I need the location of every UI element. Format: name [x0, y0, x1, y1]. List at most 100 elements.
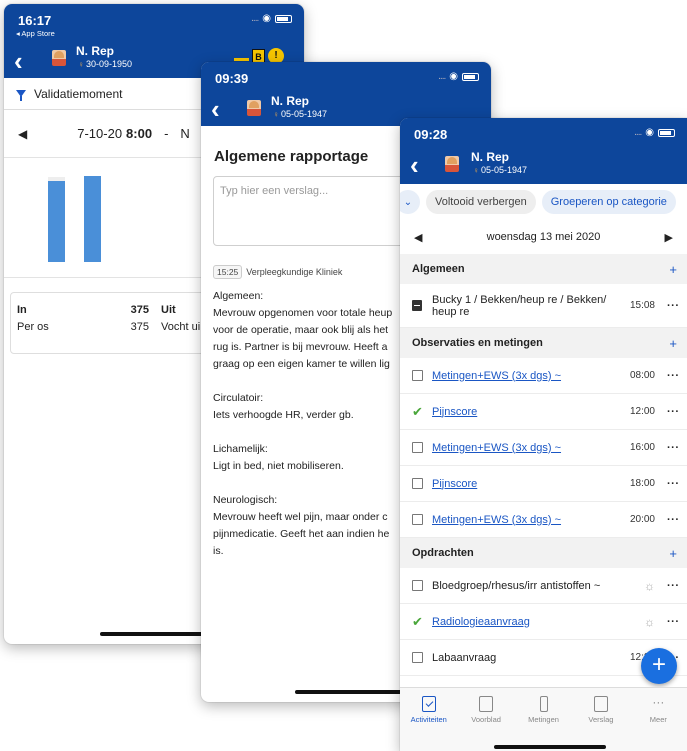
activity-list: Algemeen + Bucky 1 / Bekken/heup re / Bekk… [400, 254, 687, 676]
more-options-icon[interactable]: ··· [667, 616, 679, 628]
back-to-app-store[interactable]: ◂ App Store [16, 29, 55, 38]
tab-activiteiten[interactable]: Activiteiten [400, 688, 457, 751]
more-options-icon[interactable]: ··· [667, 580, 679, 592]
tab-label: Verslag [588, 715, 614, 724]
activity-label[interactable]: Pijnscore [432, 478, 625, 490]
add-fab-button[interactable]: + [641, 648, 677, 684]
tab-meer[interactable]: ··· Meer [630, 688, 687, 751]
tab-metingen[interactable]: Metingen [515, 688, 572, 751]
battery-icon [462, 72, 479, 81]
group-by-category-chip[interactable]: Groeperen op categorie [541, 190, 676, 214]
back-chevron-icon[interactable]: ‹ [14, 48, 23, 74]
avatar [445, 156, 459, 172]
activity-row[interactable]: ✔ Pijnscore 12:00 ··· [400, 394, 687, 430]
wifi-icon: ◉ [449, 71, 458, 82]
activity-row[interactable]: Metingen+EWS (3x dgs) ~ 20:00 ··· [400, 502, 687, 538]
more-options-icon[interactable]: ··· [667, 300, 679, 312]
activity-time: 20:00 [629, 514, 655, 525]
prev-arrow-icon[interactable]: ◀ [18, 127, 27, 141]
thermometer-icon [539, 696, 548, 712]
page-title: Algemene rapportage [214, 148, 369, 165]
signal-icon: .... [438, 71, 446, 82]
wifi-icon: ◉ [262, 13, 271, 24]
more-options-icon[interactable]: ··· [667, 478, 679, 490]
more-options-icon[interactable]: ··· [667, 406, 679, 418]
battery-icon [275, 14, 292, 23]
activity-time: 18:00 [629, 478, 655, 489]
next-arrow-icon[interactable]: ▶ [665, 231, 673, 244]
female-icon: ♀ [273, 110, 279, 119]
home-indicator [295, 690, 405, 694]
checkbox[interactable] [412, 478, 432, 489]
section-header: Opdrachten + [400, 538, 687, 568]
dob-text: 05-05-1947 [281, 109, 328, 119]
io-other: Vocht ui [161, 320, 201, 333]
patient-dob: ♀ 05-05-1947 [473, 165, 527, 175]
activity-label: Labaanvraag [432, 651, 497, 664]
status-time: 09:39 [215, 71, 249, 86]
add-icon[interactable]: + [669, 546, 677, 561]
document-icon [479, 696, 494, 712]
checkbox[interactable] [412, 580, 432, 591]
signal-icon: .... [251, 13, 259, 24]
activity-time: 12:00 [629, 406, 655, 417]
bed-icon [234, 51, 249, 61]
tab-verslag[interactable]: Verslag [572, 688, 629, 751]
activity-label[interactable]: Metingen+EWS (3x dgs) ~ [432, 370, 625, 382]
chart-bar [84, 175, 101, 262]
activity-row[interactable]: Bloedgroep/rhesus/irr antistoffen ~ ☼ ··· [400, 568, 687, 604]
completed-check-icon[interactable]: ✔ [412, 614, 432, 630]
activity-time: 16:00 [629, 442, 655, 453]
filter-label: Validatiemoment [34, 86, 123, 101]
completed-check-icon[interactable]: ✔ [412, 404, 432, 420]
patient-dob: ♀ 30-09-1950 [78, 59, 132, 69]
hide-completed-chip[interactable]: Voltooid verbergen [426, 190, 536, 214]
checkbox[interactable] [412, 514, 432, 525]
tab-label: Metingen [528, 715, 559, 724]
prev-arrow-icon[interactable]: ◀ [414, 231, 422, 244]
more-options-icon[interactable]: ··· [667, 514, 679, 526]
activity-row[interactable]: Bucky 1 / Bekken/heup re / Bekken/ heup … [400, 284, 687, 328]
tab-voorblad[interactable]: Voorblad [457, 688, 514, 751]
dob-text: 30-09-1950 [86, 59, 133, 69]
add-icon[interactable]: + [669, 336, 677, 351]
paragraph-heading: Algemeen: [213, 290, 264, 302]
paragraph-line: pijnmedicatie. Geeft het aan indien he [213, 528, 390, 540]
activity-row[interactable]: Metingen+EWS (3x dgs) ~ 08:00 ··· [400, 358, 687, 394]
patient-dob: ♀ 05-05-1947 [273, 109, 327, 119]
activity-row[interactable]: Metingen+EWS (3x dgs) ~ 16:00 ··· [400, 430, 687, 466]
tab-label: Voorblad [471, 715, 501, 724]
dob-text: 05-05-1947 [481, 165, 528, 175]
back-chevron-icon[interactable]: ‹ [211, 96, 220, 122]
activity-row[interactable]: Pijnscore 18:00 ··· [400, 466, 687, 502]
xray-icon [412, 300, 432, 311]
activity-row[interactable]: ✔ Radiologieaanvraag ☼ ··· [400, 604, 687, 640]
date-navigator: ◀ woensdag 13 mei 2020 ▶ [400, 220, 687, 254]
section-header: Algemeen + [400, 254, 687, 284]
badge-b[interactable]: B [252, 49, 265, 63]
checkbox[interactable] [412, 652, 432, 663]
checkbox[interactable] [412, 370, 432, 381]
paragraph-line: voor de operatie, maar ook blij als het [213, 324, 389, 336]
paragraph-line: rug is. Partner is bij mevrouw. Heeft a [213, 341, 388, 353]
back-chevron-icon[interactable]: ‹ [410, 152, 419, 178]
more-options-icon[interactable]: ··· [667, 370, 679, 382]
date-separator: - [164, 126, 169, 141]
patient-name: N. Rep [271, 94, 310, 108]
section-header: Observaties en metingen + [400, 328, 687, 358]
more-options-icon[interactable]: ··· [667, 442, 679, 454]
activity-label[interactable]: Radiologieaanvraag [432, 616, 625, 628]
avatar [52, 50, 66, 66]
activity-label[interactable]: Metingen+EWS (3x dgs) ~ [432, 514, 625, 526]
status-icons: .... ◉ [634, 127, 675, 138]
io-value: 375 [130, 320, 149, 333]
checkbox[interactable] [412, 442, 432, 453]
wifi-icon: ◉ [645, 127, 654, 138]
add-icon[interactable]: + [669, 262, 677, 277]
activity-label[interactable]: Metingen+EWS (3x dgs) ~ [432, 442, 625, 454]
chevron-down-icon[interactable]: ⌄ [400, 190, 420, 214]
io-label: In [17, 303, 27, 316]
status-icons: .... ◉ [438, 71, 479, 82]
activity-label[interactable]: Pijnscore [432, 406, 625, 418]
tab-label: Meer [649, 715, 667, 724]
